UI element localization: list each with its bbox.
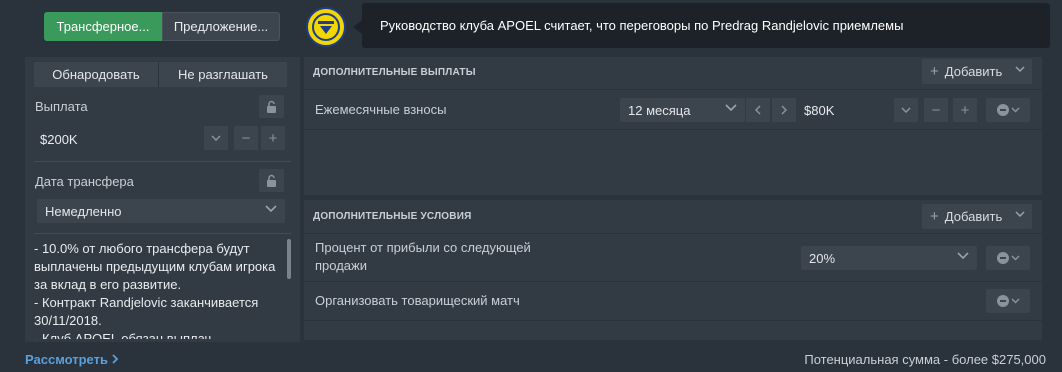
chevron-down-icon [1015,211,1025,218]
period-next-button[interactable] [772,98,796,122]
note-line: выплачены предыдущим клубам игрока [34,259,276,274]
note-line: - Контракт Randjelovic заканчивается [34,295,259,310]
divider [304,89,1042,90]
friendly-match-label: Организовать товарищеский матч [315,293,520,308]
publish-button[interactable]: Обнародовать [34,62,159,87]
chevron-down-icon [957,252,969,260]
review-label: Рассмотреть [25,352,108,367]
potential-total: Потенциальная сумма - более $275,000 [804,352,1046,367]
club-badge-icon [306,7,346,47]
transfer-date-label: Дата трансфера [35,174,134,189]
sell-on-percentage-label: Процент от прибыли со следующей продажи [315,239,531,275]
additional-conditions-header: ДОПОЛНИТЕЛЬНЫЕ УСЛОВИЯ [313,211,472,222]
plus-icon: + [930,208,939,225]
review-link[interactable]: Рассмотреть [25,352,119,367]
payment-value[interactable]: $200K [40,132,78,147]
add-condition-button[interactable]: + Добавить [922,204,1032,229]
divider [34,233,291,234]
negotiation-message: Руководство клуба APOEL считает, что пер… [353,3,1050,48]
message-text: Руководство клуба APOEL считает, что пер… [380,18,904,33]
note-line: 30/11/2018. [34,313,102,328]
remove-payment-menu-button[interactable] [986,98,1030,122]
remove-friendly-menu-button[interactable] [986,289,1030,313]
chevron-down-icon [1010,298,1020,304]
amount-dropdown-button[interactable] [894,98,918,122]
monthly-payments-label: Ежемесячные взносы [315,102,447,117]
divider [304,129,1042,130]
chevron-down-icon [265,205,277,213]
sell-on-percentage-select[interactable]: 20% [801,246,977,270]
amount-increase-button[interactable]: + [953,98,977,122]
remove-icon [996,295,1009,307]
hide-button[interactable]: Не разглашать [159,62,287,87]
remove-condition-menu-button[interactable] [986,246,1030,270]
divider [34,161,291,162]
payment-increase-button[interactable]: + [261,126,285,150]
tab-offer[interactable]: Предложение... [162,12,280,41]
chevron-down-icon [1015,66,1025,73]
divider [304,233,1042,234]
add-label: Добавить [944,64,1003,79]
chevron-down-icon [725,104,737,112]
divider [304,320,1042,321]
add-payment-button[interactable]: + Добавить [922,59,1032,84]
payment-dropdown-button[interactable] [204,126,228,150]
tab-transfer[interactable]: Трансферное... [44,12,162,41]
notes-text: - 10.0% от любого трансфера будут выплач… [34,240,284,339]
chevron-right-icon [111,354,118,364]
add-label: Добавить [944,209,1003,224]
chevron-down-icon [1010,255,1020,261]
chevron-down-icon [1010,107,1020,113]
amount-decrease-button[interactable]: − [924,98,948,122]
transfer-date-value: Немедленно [45,203,122,219]
additional-conditions-panel: ДОПОЛНИТЕЛЬНЫЕ УСЛОВИЯ + Добавить Процен… [304,200,1042,340]
divider [304,281,1042,282]
period-select[interactable]: 12 месяца [620,98,745,122]
label-line: продажи [315,258,367,273]
notes-scrollbar[interactable] [287,239,291,279]
payment-decrease-button[interactable]: − [234,126,258,150]
additional-payments-header: ДОПОЛНИТЕЛЬНЫЕ ВЫПЛАТЫ [313,67,476,78]
additional-payments-panel: ДОПОЛНИТЕЛЬНЫЕ ВЫПЛАТЫ + Добавить Ежемес… [304,57,1042,195]
note-line: - 10.0% от любого трансфера будут [34,241,250,256]
payment-label: Выплата [35,99,88,114]
lock-icon[interactable] [259,169,284,192]
sell-on-percentage-value: 20% [809,250,836,266]
note-line: за вклад в его развитие. [34,277,182,292]
label-line: Процент от прибыли со следующей [315,240,531,255]
lock-icon[interactable] [259,95,284,118]
transfer-date-select[interactable]: Немедленно [37,199,285,223]
remove-icon [996,252,1009,264]
note-line: - Клуб APOEL обязан выплач... [34,331,223,339]
remove-icon [996,104,1009,116]
payment-panel: Обнародовать Не разглашать Выплата $200K… [25,57,300,342]
monthly-amount-value[interactable]: $80K [804,103,834,118]
plus-icon: + [930,63,939,80]
period-value: 12 месяца [628,102,691,118]
period-prev-button[interactable] [746,98,770,122]
